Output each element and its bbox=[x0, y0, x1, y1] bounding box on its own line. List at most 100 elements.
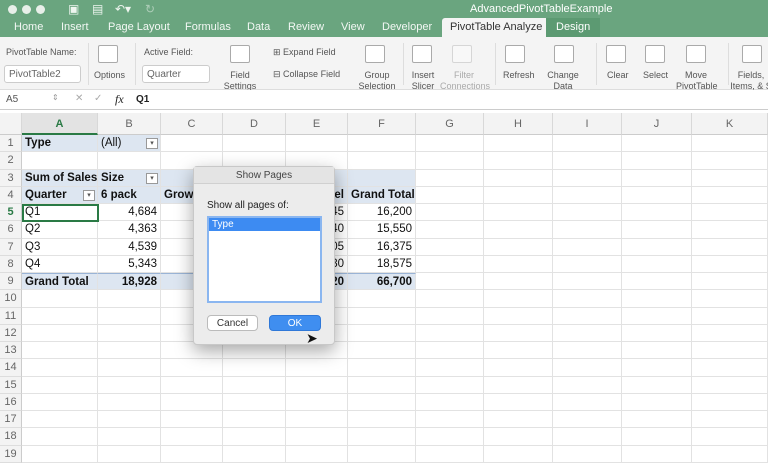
cell-D19[interactable] bbox=[223, 445, 286, 463]
row-header-14[interactable]: 14 bbox=[0, 359, 22, 377]
fields-items-sets-icon[interactable] bbox=[742, 45, 762, 63]
cell-A12[interactable] bbox=[22, 324, 98, 342]
cell-B8[interactable]: 5,343 bbox=[98, 255, 161, 273]
cell-F17[interactable] bbox=[348, 411, 416, 429]
change-data-source-icon[interactable] bbox=[554, 45, 574, 63]
cell-F3[interactable] bbox=[348, 169, 416, 187]
tab-data[interactable]: Data bbox=[247, 21, 270, 33]
type-filter-dropdown[interactable]: ▾ bbox=[146, 138, 158, 149]
size-filter-dropdown[interactable]: ▾ bbox=[146, 172, 158, 184]
row-header-3[interactable]: 3 bbox=[0, 169, 22, 187]
cell-K13[interactable] bbox=[692, 342, 768, 360]
cell-G19[interactable] bbox=[416, 445, 484, 463]
cell-E14[interactable] bbox=[286, 359, 348, 377]
row-header-15[interactable]: 15 bbox=[0, 376, 22, 394]
cell-B11[interactable] bbox=[98, 307, 161, 325]
cell-J6[interactable] bbox=[622, 221, 692, 239]
cell-G15[interactable] bbox=[416, 376, 484, 394]
formula-input[interactable]: Q1 bbox=[136, 94, 149, 105]
row-header-7[interactable]: 7 bbox=[0, 238, 22, 256]
close-window-button[interactable] bbox=[8, 5, 17, 14]
cell-H8[interactable] bbox=[484, 255, 553, 273]
cell-E15[interactable] bbox=[286, 376, 348, 394]
cell-H19[interactable] bbox=[484, 445, 553, 463]
cell-A1[interactable]: Type bbox=[22, 135, 98, 153]
cell-K14[interactable] bbox=[692, 359, 768, 377]
cell-B6[interactable]: 4,363 bbox=[98, 221, 161, 239]
column-header-j[interactable]: J bbox=[622, 113, 692, 135]
name-box-stepper[interactable]: ⇕ bbox=[52, 93, 59, 102]
cell-K2[interactable] bbox=[692, 152, 768, 170]
cell-K3[interactable] bbox=[692, 169, 768, 187]
clear-button[interactable]: Clear bbox=[607, 70, 629, 81]
cell-B15[interactable] bbox=[98, 376, 161, 394]
cell-B4[interactable]: 6 pack bbox=[98, 186, 161, 204]
cell-G7[interactable] bbox=[416, 238, 484, 256]
refresh-button[interactable]: Refresh bbox=[503, 70, 535, 81]
cell-G8[interactable] bbox=[416, 255, 484, 273]
cell-K7[interactable] bbox=[692, 238, 768, 256]
cell-I1[interactable] bbox=[553, 135, 622, 153]
undo-icon[interactable]: ↶▾ bbox=[115, 2, 131, 16]
cell-J3[interactable] bbox=[622, 169, 692, 187]
cell-K6[interactable] bbox=[692, 221, 768, 239]
cell-G17[interactable] bbox=[416, 411, 484, 429]
cell-H5[interactable] bbox=[484, 204, 553, 222]
fields-items-sets-button[interactable]: Fields, Items, & S bbox=[728, 70, 768, 92]
cell-B19[interactable] bbox=[98, 445, 161, 463]
minimize-window-button[interactable] bbox=[22, 5, 31, 14]
cell-J7[interactable] bbox=[622, 238, 692, 256]
cell-F1[interactable] bbox=[348, 135, 416, 153]
cell-F15[interactable] bbox=[348, 376, 416, 394]
cell-J4[interactable] bbox=[622, 186, 692, 204]
cell-I12[interactable] bbox=[553, 324, 622, 342]
row-header-13[interactable]: 13 bbox=[0, 342, 22, 360]
cell-I15[interactable] bbox=[553, 376, 622, 394]
cell-K10[interactable] bbox=[692, 290, 768, 308]
cell-C16[interactable] bbox=[161, 393, 223, 411]
cell-G4[interactable] bbox=[416, 186, 484, 204]
cell-F5[interactable]: 16,200 bbox=[348, 204, 416, 222]
row-header-8[interactable]: 8 bbox=[0, 255, 22, 273]
cell-B18[interactable] bbox=[98, 428, 161, 446]
row-header-9[interactable]: 9 bbox=[0, 273, 22, 291]
cell-H11[interactable] bbox=[484, 307, 553, 325]
pivottable-name-input[interactable] bbox=[4, 65, 81, 83]
move-pivottable-icon[interactable] bbox=[686, 45, 706, 63]
cell-D1[interactable] bbox=[223, 135, 286, 153]
cell-F18[interactable] bbox=[348, 428, 416, 446]
cell-B9[interactable]: 18,928 bbox=[98, 273, 161, 291]
cell-I7[interactable] bbox=[553, 238, 622, 256]
select-cursor-icon[interactable] bbox=[645, 45, 665, 63]
cell-G3[interactable] bbox=[416, 169, 484, 187]
tab-developer[interactable]: Developer bbox=[382, 21, 432, 33]
cell-I3[interactable] bbox=[553, 169, 622, 187]
move-pivottable-button[interactable]: Move PivotTable bbox=[676, 70, 718, 92]
cell-F13[interactable] bbox=[348, 342, 416, 360]
cell-J18[interactable] bbox=[622, 428, 692, 446]
cell-F2[interactable] bbox=[348, 152, 416, 170]
function-icon[interactable]: fx bbox=[115, 92, 124, 107]
cell-J2[interactable] bbox=[622, 152, 692, 170]
row-header-2[interactable]: 2 bbox=[0, 152, 22, 170]
cell-I17[interactable] bbox=[553, 411, 622, 429]
tab-home[interactable]: Home bbox=[14, 21, 43, 33]
cell-H1[interactable] bbox=[484, 135, 553, 153]
row-header-4[interactable]: 4 bbox=[0, 186, 22, 204]
cell-B13[interactable] bbox=[98, 342, 161, 360]
cell-A7[interactable]: Q3 bbox=[22, 238, 98, 256]
cell-D17[interactable] bbox=[223, 411, 286, 429]
cell-C14[interactable] bbox=[161, 359, 223, 377]
cell-J15[interactable] bbox=[622, 376, 692, 394]
tab-formulas[interactable]: Formulas bbox=[185, 21, 231, 33]
tab-review[interactable]: Review bbox=[288, 21, 324, 33]
cell-E19[interactable] bbox=[286, 445, 348, 463]
cell-G9[interactable] bbox=[416, 273, 484, 291]
cell-G14[interactable] bbox=[416, 359, 484, 377]
cell-K8[interactable] bbox=[692, 255, 768, 273]
cell-A6[interactable]: Q2 bbox=[22, 221, 98, 239]
active-field-input[interactable] bbox=[142, 65, 210, 83]
cell-H4[interactable] bbox=[484, 186, 553, 204]
cell-F7[interactable]: 16,375 bbox=[348, 238, 416, 256]
cell-J10[interactable] bbox=[622, 290, 692, 308]
